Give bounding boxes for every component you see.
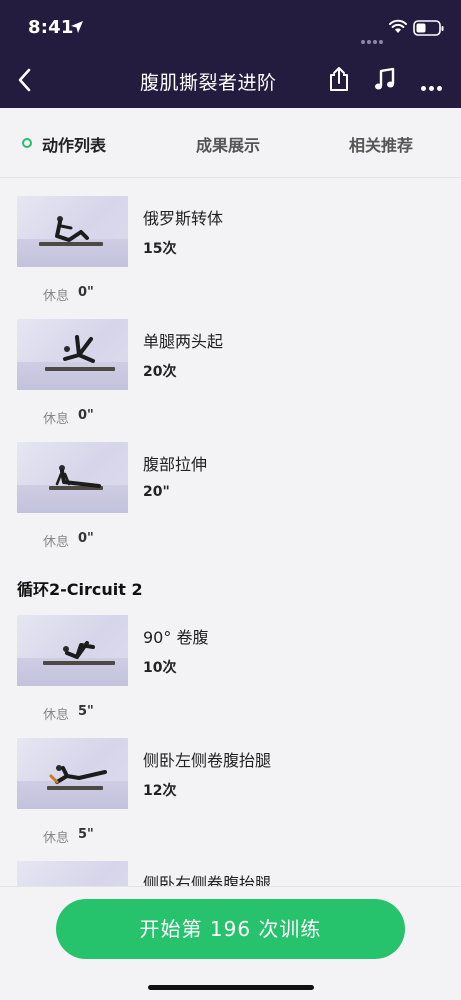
rest-value: 5" bbox=[78, 827, 94, 842]
wifi-icon bbox=[389, 19, 407, 33]
exercise-figure-icon bbox=[49, 765, 107, 784]
back-icon[interactable] bbox=[14, 66, 36, 94]
rest-label: 休息 bbox=[43, 535, 70, 550]
exercise-list: 俄罗斯转体 15次 休息 0" 单腿两头起 20次 休息 0" 腹部拉伸 20"… bbox=[0, 179, 461, 886]
battery-icon bbox=[413, 20, 444, 36]
active-tab-indicator-icon bbox=[22, 138, 32, 148]
exercise-figure-icon bbox=[63, 335, 95, 363]
exercise-reps: 20" bbox=[143, 484, 170, 500]
tab-results[interactable]: 成果展示 bbox=[196, 132, 260, 156]
start-training-button[interactable]: 开始第 196 次训练 bbox=[56, 899, 405, 959]
status-time: 8:41 bbox=[28, 17, 74, 38]
status-bar: 8:41 bbox=[0, 0, 461, 56]
tab-recommendations[interactable]: 相关推荐 bbox=[349, 132, 413, 156]
nav-bar: 腹肌撕裂者进阶 bbox=[0, 56, 461, 108]
rest-value: 5" bbox=[78, 704, 94, 719]
rest-label: 休息 bbox=[43, 289, 70, 304]
rest-value: 0" bbox=[78, 531, 94, 546]
more-icon[interactable] bbox=[421, 76, 445, 95]
exercise-thumbnail[interactable] bbox=[17, 861, 128, 886]
tab-bar: 动作列表 成果展示 相关推荐 bbox=[0, 108, 461, 178]
share-icon[interactable] bbox=[328, 66, 350, 92]
exercise-figure-icon bbox=[63, 641, 95, 659]
page-title: 腹肌撕裂者进阶 bbox=[140, 72, 277, 94]
rest-label: 休息 bbox=[43, 831, 70, 846]
exercise-thumbnail[interactable] bbox=[17, 319, 128, 390]
exercise-thumbnail[interactable] bbox=[17, 615, 128, 686]
location-arrow-icon bbox=[71, 21, 83, 33]
tab-action-list[interactable]: 动作列表 bbox=[42, 132, 106, 156]
exercise-name: 侧卧左侧卷腹抬腿 bbox=[143, 751, 272, 770]
exercise-thumbnail[interactable] bbox=[17, 196, 128, 267]
exercise-name: 俄罗斯转体 bbox=[143, 209, 224, 228]
exercise-reps: 15次 bbox=[143, 241, 177, 257]
rest-label: 休息 bbox=[43, 412, 70, 427]
music-icon[interactable] bbox=[374, 67, 396, 91]
signal-dots-icon bbox=[361, 29, 385, 48]
exercise-figure-icon bbox=[55, 216, 89, 242]
app-header: 8:41 腹肌撕裂者进阶 bbox=[0, 0, 461, 108]
exercise-figure-icon bbox=[55, 465, 101, 488]
exercise-name: 90° 卷腹 bbox=[143, 628, 209, 647]
exercise-name: 单腿两头起 bbox=[143, 332, 224, 351]
rest-value: 0" bbox=[78, 408, 94, 423]
bottom-action-bar: 开始第 196 次训练 bbox=[0, 886, 461, 1000]
exercise-reps: 12次 bbox=[143, 783, 177, 799]
home-indicator bbox=[148, 985, 314, 990]
exercise-thumbnail[interactable] bbox=[17, 738, 128, 809]
rest-value: 0" bbox=[78, 285, 94, 300]
circuit-title: 循环2-Circuit 2 bbox=[17, 580, 143, 599]
exercise-name: 侧卧右侧卷腹抬腿 bbox=[143, 874, 272, 886]
exercise-name: 腹部拉伸 bbox=[143, 455, 208, 474]
rest-label: 休息 bbox=[43, 708, 70, 723]
exercise-thumbnail[interactable] bbox=[17, 442, 128, 513]
exercise-reps: 10次 bbox=[143, 660, 177, 676]
exercise-reps: 20次 bbox=[143, 364, 177, 380]
